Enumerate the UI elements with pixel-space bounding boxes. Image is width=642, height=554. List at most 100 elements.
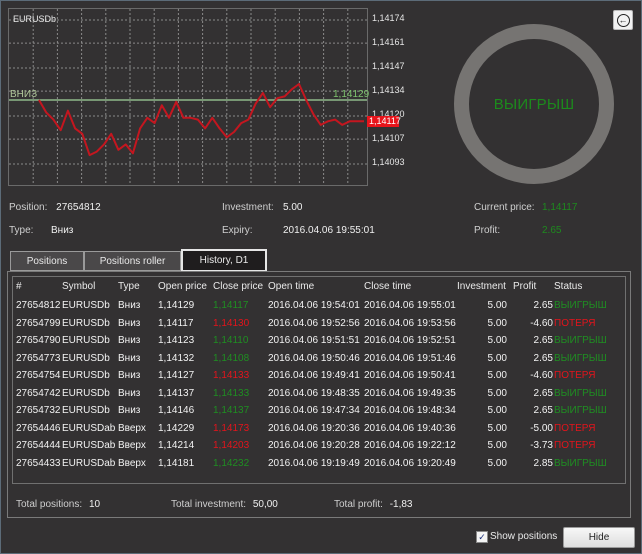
- cell-close-time: 2016.04.06 19:49:35: [364, 387, 456, 399]
- cell-investment: 5.00: [487, 370, 507, 381]
- table-row[interactable]: 27654773 EURUSDb Вниз 1,14132 1,14108 2016.04…: [13, 351, 625, 368]
- cell-profit: -3.73: [530, 440, 553, 451]
- cell-id: 27654799: [16, 317, 61, 329]
- tab-history-d1[interactable]: History, D1: [181, 249, 267, 272]
- hide-button[interactable]: Hide: [563, 527, 635, 548]
- cell-close: 1,14108: [213, 352, 250, 364]
- cell-type: Вниз: [118, 335, 141, 346]
- current-price-value: 1,14117: [542, 202, 578, 213]
- chart-level-label: ВНИЗ: [10, 89, 38, 100]
- column-header[interactable]: Type: [118, 281, 140, 292]
- table-row[interactable]: 27654812 EURUSDb Вниз 1,14129 1,14117 2016.04…: [13, 298, 625, 315]
- column-header[interactable]: Profit: [513, 281, 536, 292]
- cell-investment: 5.00: [487, 387, 507, 399]
- cell-open: 1,14117: [158, 317, 194, 329]
- cell-symbol: EURUSDab: [62, 457, 116, 469]
- cell-type: Вверх: [118, 440, 146, 451]
- cell-profit: 2.65: [533, 405, 553, 416]
- column-header[interactable]: Symbol: [62, 281, 95, 292]
- column-header[interactable]: #: [16, 281, 22, 292]
- column-header[interactable]: Open price: [158, 281, 207, 292]
- profit-value: 2.65: [542, 225, 562, 236]
- show-positions-checkbox[interactable]: ✓: [476, 531, 488, 543]
- cell-close: 1,14117: [213, 300, 249, 311]
- cell-profit: 2.65: [533, 387, 553, 399]
- cell-profit: -4.60: [530, 370, 553, 381]
- cell-id: 27654742: [16, 387, 61, 399]
- cell-open-time: 2016.04.06 19:19:49: [268, 457, 360, 469]
- cell-open-time: 2016.04.06 19:49:41: [268, 370, 360, 381]
- y-tick-label: 1,14134: [372, 85, 405, 95]
- cell-profit: 2.65: [533, 300, 553, 311]
- total-positions-label: Total positions:: [16, 499, 83, 510]
- cell-symbol: EURUSDb: [62, 387, 110, 399]
- table-row[interactable]: 27654754 EURUSDb Вниз 1,14127 1,14133 2016.04…: [13, 368, 625, 385]
- y-tick-label: 1,14093: [372, 157, 405, 167]
- cell-id: 27654433: [16, 457, 61, 469]
- cell-close: 1,14137: [213, 405, 250, 416]
- cell-investment: 5.00: [487, 457, 507, 469]
- total-positions: Total positions: 10: [16, 499, 100, 510]
- cell-type: Вниз: [118, 370, 141, 381]
- cell-open-time: 2016.04.06 19:50:46: [268, 352, 360, 364]
- tab-positions-roller[interactable]: Positions roller: [84, 251, 181, 271]
- table-row[interactable]: 27654799 EURUSDb Вниз 1,14117 1,14130 2016.04…: [13, 316, 625, 333]
- table-row[interactable]: 27654790 EURUSDb Вниз 1,14123 1,14110 2016.04…: [13, 333, 625, 350]
- position-label: Position:: [9, 202, 48, 213]
- column-header[interactable]: Close time: [364, 281, 411, 292]
- cell-status: ВЫИГРЫШ: [554, 387, 607, 399]
- cell-profit: -4.60: [530, 317, 553, 329]
- cell-close: 1,14203: [213, 440, 250, 451]
- table-row[interactable]: 27654444 EURUSDab Вверх 1,14214 1,14203 2016.…: [13, 438, 625, 455]
- cell-investment: 5.00: [487, 335, 507, 346]
- column-header[interactable]: Close price: [213, 281, 263, 292]
- column-header[interactable]: Open time: [268, 281, 314, 292]
- current-price-label: Current price:: [474, 202, 535, 213]
- cell-close-time: 2016.04.06 19:22:12: [364, 440, 456, 451]
- show-positions-label[interactable]: Show positions: [490, 531, 557, 542]
- price-chart: EURUSDb: [8, 8, 368, 186]
- total-profit: Total profit: -1,83: [334, 499, 413, 510]
- cell-investment: 5.00: [487, 317, 507, 329]
- cell-investment: 5.00: [487, 405, 507, 416]
- total-profit-value: -1,83: [389, 499, 413, 510]
- checkmark-icon: ✓: [478, 532, 486, 542]
- cell-open: 1,14123: [158, 335, 195, 346]
- current-price-info: Current price: 1,14117: [474, 202, 577, 213]
- cell-open-time: 2016.04.06 19:20:36: [268, 422, 360, 434]
- cell-type: Вниз: [118, 352, 141, 364]
- column-header[interactable]: Status: [554, 281, 582, 292]
- cell-close-time: 2016.04.06 19:51:46: [364, 352, 456, 364]
- back-button[interactable]: ←: [613, 10, 633, 30]
- cell-close-time: 2016.04.06 19:40:36: [364, 422, 456, 434]
- table-row[interactable]: 27654742 EURUSDb Вниз 1,14137 1,14133 2016.04…: [13, 386, 625, 403]
- cell-status: ПОТЕРЯ: [554, 370, 596, 381]
- investment-value: 5.00: [283, 202, 303, 213]
- investment-label: Investment:: [222, 202, 274, 213]
- cell-id: 27654446: [16, 422, 61, 434]
- cell-investment: 5.00: [487, 300, 507, 311]
- cell-type: Вниз: [118, 300, 141, 311]
- cell-close-time: 2016.04.06 19:48:34: [364, 405, 456, 416]
- table-row[interactable]: 27654433 EURUSDab Вверх 1,14181 1,14232 2016.…: [13, 456, 625, 473]
- cell-symbol: EURUSDab: [62, 422, 116, 434]
- cell-profit: 2.85: [533, 457, 553, 469]
- profit-label: Profit:: [474, 225, 501, 236]
- cell-symbol: EURUSDb: [62, 352, 110, 364]
- tab-positions[interactable]: Positions: [10, 251, 84, 271]
- table-row[interactable]: 27654732 EURUSDb Вниз 1,14146 1,14137 2016.04…: [13, 403, 625, 420]
- table-row[interactable]: 27654446 EURUSDab Вверх 1,14229 1,14173 2016.…: [13, 421, 625, 438]
- cell-symbol: EURUSDb: [62, 317, 110, 329]
- y-tick-label: 1,14174: [372, 13, 405, 23]
- cell-open: 1,14229: [158, 422, 195, 434]
- cell-type: Вниз: [118, 387, 141, 399]
- cell-id: 27654444: [16, 440, 61, 451]
- cell-open-time: 2016.04.06 19:47:34: [268, 405, 360, 416]
- cell-open: 1,14127: [158, 370, 195, 381]
- column-header[interactable]: Investment: [457, 281, 506, 292]
- y-tick-label: 1,14161: [372, 37, 405, 47]
- cell-close-time: 2016.04.06 19:52:51: [364, 335, 456, 346]
- cell-close-time: 2016.04.06 19:55:01: [364, 300, 456, 311]
- total-investment-value: 50,00: [252, 499, 278, 510]
- total-investment: Total investment: 50,00: [171, 499, 278, 510]
